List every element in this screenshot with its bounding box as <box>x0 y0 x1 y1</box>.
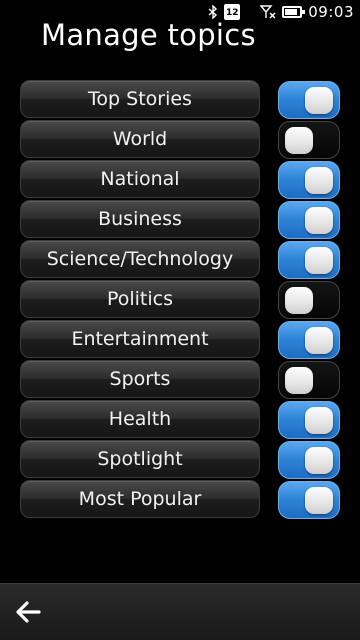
topic-row: National <box>20 160 340 200</box>
topic-toggle[interactable] <box>278 481 340 519</box>
topic-toggle[interactable] <box>278 81 340 119</box>
topic-toggle[interactable] <box>278 321 340 359</box>
topic-button[interactable]: Politics <box>20 280 260 318</box>
topic-list: Top Stories World National Business Science/… <box>20 80 340 520</box>
toggle-knob <box>285 287 313 314</box>
topic-button[interactable]: Science/Technology <box>20 240 260 278</box>
page-title: Manage topics <box>41 18 256 52</box>
toggle-knob <box>305 207 333 234</box>
topic-row: Spotlight <box>20 440 340 480</box>
toggle-knob <box>305 447 333 474</box>
topic-button[interactable]: Most Popular <box>20 480 260 518</box>
topic-toggle[interactable] <box>278 121 340 159</box>
toggle-knob <box>305 87 333 114</box>
toggle-knob <box>305 167 333 194</box>
back-button[interactable] <box>12 596 44 628</box>
topic-row: Sports <box>20 360 340 400</box>
toggle-knob <box>305 487 333 514</box>
topic-toggle[interactable] <box>278 441 340 479</box>
toggle-knob <box>305 327 333 354</box>
toggle-knob <box>305 247 333 274</box>
topic-button[interactable]: Top Stories <box>20 80 260 118</box>
calendar-day: 12 <box>226 8 239 18</box>
topic-button[interactable]: Sports <box>20 360 260 398</box>
topic-button[interactable]: Business <box>20 200 260 238</box>
topic-row: Health <box>20 400 340 440</box>
topic-button[interactable]: Health <box>20 400 260 438</box>
topic-toggle[interactable] <box>278 401 340 439</box>
topic-row: Science/Technology <box>20 240 340 280</box>
topic-button[interactable]: National <box>20 160 260 198</box>
topic-row: Most Popular <box>20 480 340 520</box>
toggle-knob <box>285 367 313 394</box>
topic-button[interactable]: Spotlight <box>20 440 260 478</box>
clock: 09:03 <box>308 3 354 21</box>
screen: 12 09:03 Manage topics Top Stories World N… <box>0 0 360 640</box>
topic-toggle[interactable] <box>278 201 340 239</box>
topic-row: Entertainment <box>20 320 340 360</box>
back-arrow-icon <box>16 601 41 623</box>
toggle-knob <box>305 407 333 434</box>
topic-row: Top Stories <box>20 80 340 120</box>
topic-row: World <box>20 120 340 160</box>
bottom-toolbar <box>0 583 360 640</box>
topic-button[interactable]: World <box>20 120 260 158</box>
no-signal-icon <box>260 4 276 20</box>
battery-level <box>285 9 298 15</box>
topic-toggle[interactable] <box>278 281 340 319</box>
topic-button[interactable]: Entertainment <box>20 320 260 358</box>
topic-toggle[interactable] <box>278 361 340 399</box>
toggle-knob <box>285 127 313 154</box>
topic-toggle[interactable] <box>278 161 340 199</box>
battery-icon <box>282 6 306 18</box>
topic-row: Business <box>20 200 340 240</box>
topic-row: Politics <box>20 280 340 320</box>
topic-toggle[interactable] <box>278 241 340 279</box>
